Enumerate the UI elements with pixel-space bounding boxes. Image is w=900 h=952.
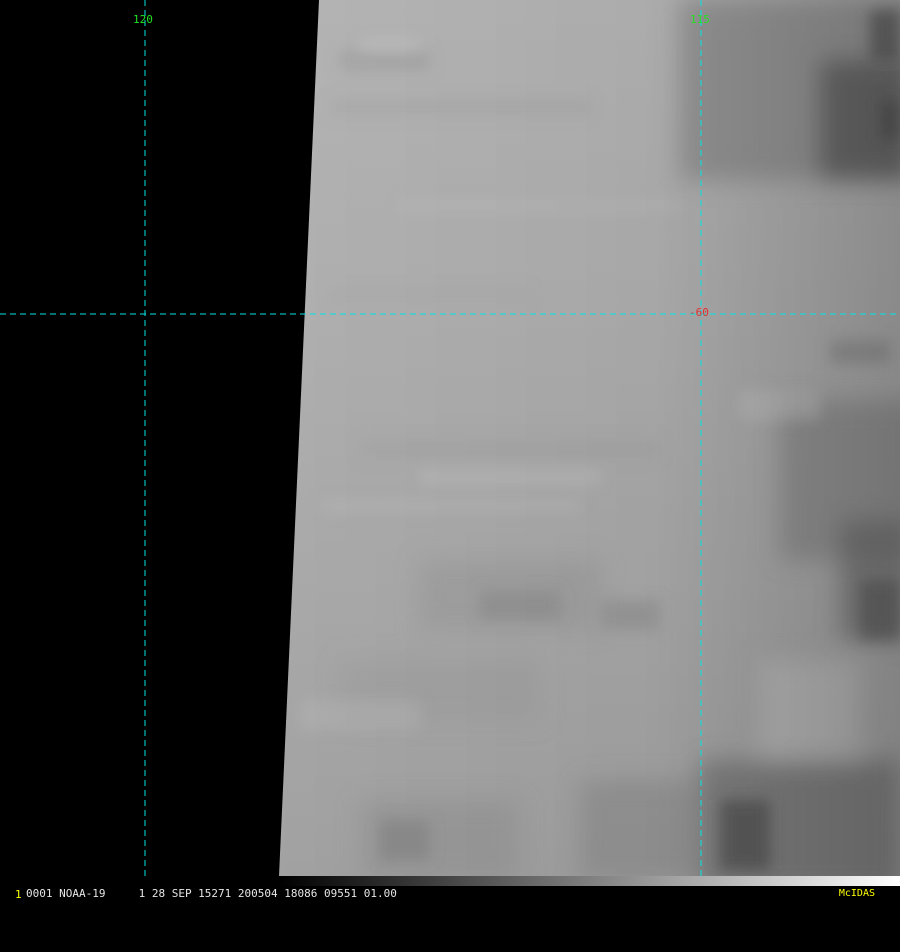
status-row: 1 0001 NOAA-19 1 28 SEP 15271 200504 180… xyxy=(0,887,900,901)
longitude-label-120: 120 xyxy=(133,13,153,26)
status-bar: 1 0001 NOAA-19 1 28 SEP 15271 200504 180… xyxy=(0,876,900,901)
frame-number: 1 xyxy=(15,888,22,901)
satellite-imagery[interactable] xyxy=(0,0,900,876)
image-metadata-text: 0001 NOAA-19 1 28 SEP 15271 200504 18086… xyxy=(26,887,397,900)
longitude-label-115: 115 xyxy=(690,13,710,26)
grayscale-bar xyxy=(280,876,900,886)
swath xyxy=(279,0,900,876)
latitude-label-minus60: -60 xyxy=(689,306,709,319)
satellite-image-viewer[interactable]: 120 115 -60 1 0001 NOAA-19 1 28 SEP 1527… xyxy=(0,0,900,901)
software-label: McIDAS xyxy=(838,888,875,899)
